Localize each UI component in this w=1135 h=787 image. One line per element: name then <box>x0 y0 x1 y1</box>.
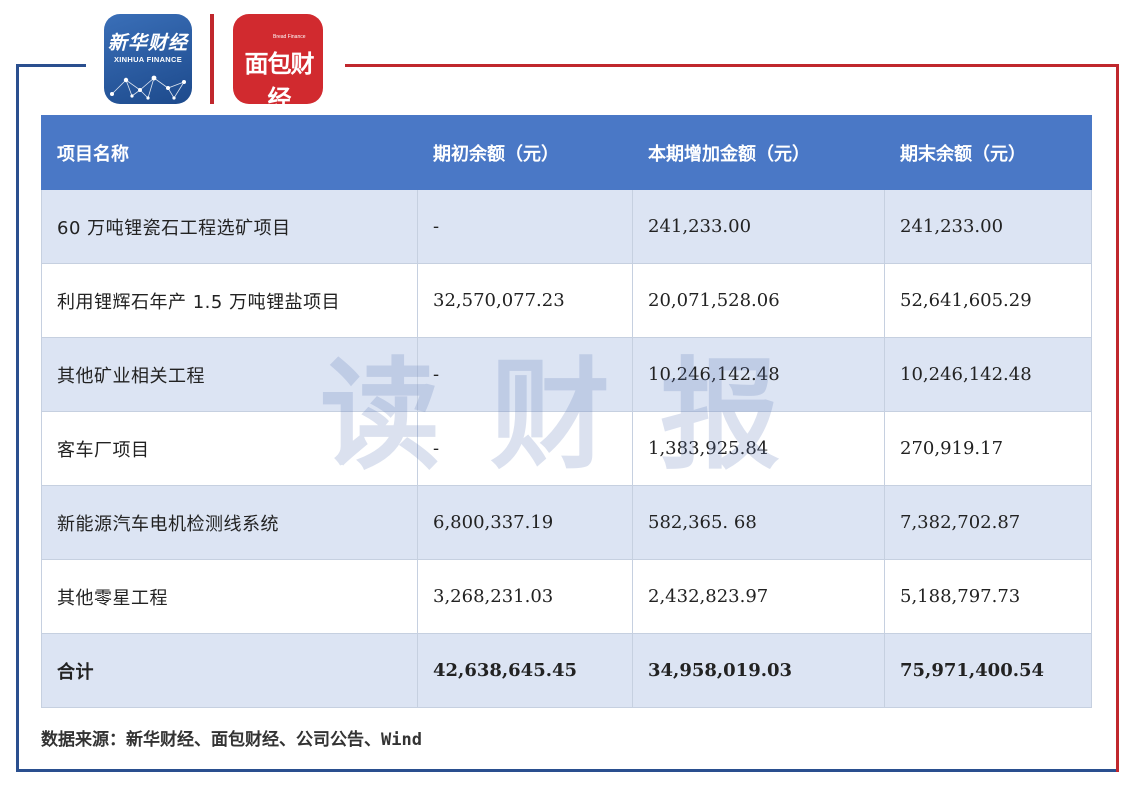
cell-opening-balance: - <box>417 337 633 412</box>
cell-opening-balance: 3,268,231.03 <box>417 559 633 634</box>
frame-line-bottom <box>16 769 1119 772</box>
bread-finance-logo: Bread Finance 面包财经 <box>233 14 323 113</box>
cell-project-name: 客车厂项目 <box>41 411 418 486</box>
frame-line-left <box>16 64 19 772</box>
network-icon <box>110 75 186 100</box>
cell-increase-amount: 20,071,528.06 <box>632 263 885 338</box>
cell-closing-balance: 270,919.17 <box>884 411 1092 486</box>
header-closing-balance: 期末余额（元） <box>884 115 1092 190</box>
table-row: 60 万吨锂瓷石工程选矿项目 - 241,233.00 241,233.00 <box>41 189 1092 264</box>
header-project-name: 项目名称 <box>41 115 418 190</box>
cell-increase-amount: 1,383,925.84 <box>632 411 885 486</box>
cell-closing-balance: 5,188,797.73 <box>884 559 1092 634</box>
cell-total-opening: 42,638,645.45 <box>417 633 633 708</box>
bread-logo-subtext: Bread Finance <box>273 34 306 40</box>
table-row: 利用锂辉石年产 1.5 万吨锂盐项目 32,570,077.23 20,071,… <box>41 263 1092 338</box>
cell-total-increase: 34,958,019.03 <box>632 633 885 708</box>
cell-closing-balance: 52,641,605.29 <box>884 263 1092 338</box>
table-row: 其他零星工程 3,268,231.03 2,432,823.97 5,188,7… <box>41 559 1092 634</box>
cell-closing-balance: 241,233.00 <box>884 189 1092 264</box>
financial-table-container: 项目名称 期初余额（元） 本期增加金额（元） 期末余额（元） 60 万吨锂瓷石工… <box>41 115 1092 708</box>
cell-closing-balance: 7,382,702.87 <box>884 485 1092 560</box>
cell-closing-balance: 10,246,142.48 <box>884 337 1092 412</box>
table-row: 其他矿业相关工程 - 10,246,142.48 10,246,142.48 <box>41 337 1092 412</box>
cell-total-closing: 75,971,400.54 <box>884 633 1092 708</box>
cell-project-name: 其他矿业相关工程 <box>41 337 418 412</box>
table-row: 新能源汽车电机检测线系统 6,800,337.19 582,365. 68 7,… <box>41 485 1092 560</box>
data-source-note: 数据来源：新华财经、面包财经、公司公告、Wind <box>41 730 422 750</box>
header-opening-balance: 期初余额（元） <box>417 115 633 190</box>
cell-increase-amount: 241,233.00 <box>632 189 885 264</box>
cell-total-label: 合计 <box>41 633 418 708</box>
xinhua-logo-text: 新华财经 <box>107 32 188 54</box>
cell-opening-balance: 32,570,077.23 <box>417 263 633 338</box>
header-increase-amount: 本期增加金额（元） <box>632 115 885 190</box>
bread-logo-text: 面包财经 <box>244 50 315 113</box>
xinhua-logo-subtext: XINHUA FINANCE <box>113 55 183 64</box>
table-row: 客车厂项目 - 1,383,925.84 270,919.17 <box>41 411 1092 486</box>
cell-opening-balance: - <box>417 411 633 486</box>
cell-opening-balance: - <box>417 189 633 264</box>
frame-line-left-top <box>16 64 86 67</box>
cell-project-name: 新能源汽车电机检测线系统 <box>41 485 418 560</box>
cell-project-name: 其他零星工程 <box>41 559 418 634</box>
frame-line-right-top <box>345 64 1119 67</box>
table-total-row: 合计 42,638,645.45 34,958,019.03 75,971,40… <box>41 633 1092 708</box>
xinhua-finance-logo: 新华财经 XINHUA FINANCE <box>104 14 192 104</box>
frame-line-right <box>1116 64 1119 772</box>
cell-opening-balance: 6,800,337.19 <box>417 485 633 560</box>
cell-increase-amount: 582,365. 68 <box>632 485 885 560</box>
construction-projects-table: 项目名称 期初余额（元） 本期增加金额（元） 期末余额（元） 60 万吨锂瓷石工… <box>41 115 1092 708</box>
cell-increase-amount: 2,432,823.97 <box>632 559 885 634</box>
table-header-row: 项目名称 期初余额（元） 本期增加金额（元） 期末余额（元） <box>41 115 1092 190</box>
cell-project-name: 利用锂辉石年产 1.5 万吨锂盐项目 <box>41 263 418 338</box>
cell-project-name: 60 万吨锂瓷石工程选矿项目 <box>41 189 418 264</box>
logo-divider <box>210 14 214 104</box>
cell-increase-amount: 10,246,142.48 <box>632 337 885 412</box>
